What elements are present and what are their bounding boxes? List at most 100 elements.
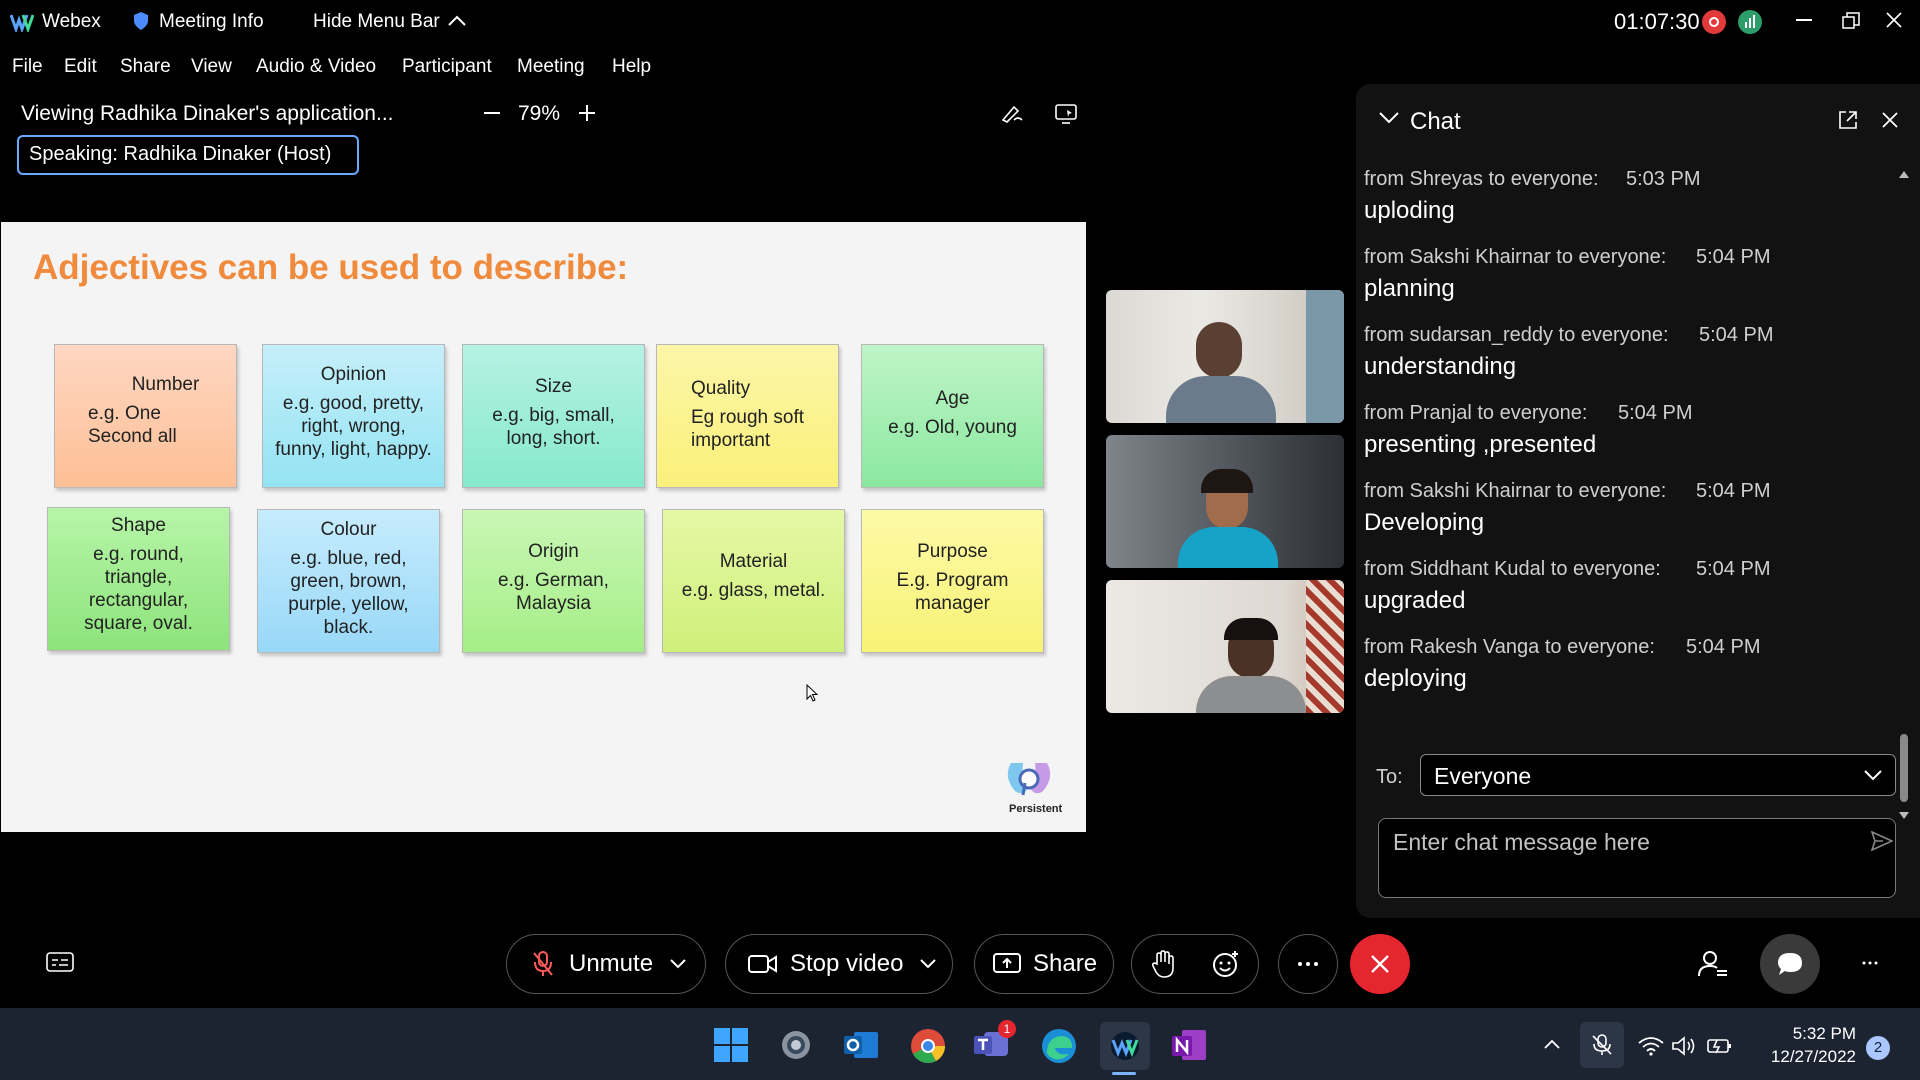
close-icon (1371, 955, 1389, 973)
active-app-indicator (1112, 1072, 1136, 1075)
box-body: e.g. One Second all (88, 403, 177, 447)
message-time: 5:03 PM (1626, 168, 1701, 190)
annotate-icon[interactable] (1000, 102, 1024, 124)
box-heading: Colour (320, 519, 377, 540)
edge-icon[interactable] (1041, 1028, 1077, 1064)
participants-icon[interactable] (1698, 950, 1728, 978)
muted-mic-icon (531, 950, 555, 978)
zoom-in-icon[interactable] (578, 104, 596, 122)
box-quality: Quality Eg rough soft important (656, 344, 839, 488)
box-age: Age e.g. Old, young (861, 344, 1044, 488)
popout-icon[interactable] (1838, 110, 1858, 130)
recipient-value: Everyone (1434, 763, 1532, 789)
windows-start-icon[interactable] (714, 1028, 748, 1062)
box-body: e.g. good, pretty, right, wrong, funny, … (275, 393, 432, 460)
close-chat-icon[interactable] (1882, 112, 1898, 128)
stop-video-button[interactable]: Stop video (725, 934, 953, 994)
chat-scrollbar[interactable] (1896, 168, 1912, 822)
notification-badge[interactable]: 2 (1866, 1036, 1890, 1060)
leave-meeting-button[interactable] (1350, 934, 1410, 994)
audio-options-chevron-icon[interactable] (669, 958, 687, 970)
menu-file[interactable]: File (12, 56, 43, 78)
chat-toggle-button[interactable] (1760, 934, 1820, 994)
mouse-cursor-icon (806, 684, 818, 702)
menu-participant[interactable]: Participant (402, 56, 492, 78)
raise-hand-icon[interactable] (1151, 950, 1175, 978)
close-icon[interactable] (1886, 12, 1902, 28)
message-sender: from Sakshi Khairnar to everyone: (1364, 246, 1667, 268)
webex-taskbar-button[interactable] (1100, 1022, 1150, 1070)
closed-captions-icon[interactable] (46, 952, 74, 974)
network-stats-icon[interactable] (1738, 10, 1762, 34)
chevron-down-icon (1863, 769, 1883, 781)
viewing-bar: Viewing Radhika Dinaker's application...… (0, 92, 1086, 136)
title-bar: Webex Meeting Info Hide Menu Bar 01:07:3… (0, 0, 1920, 44)
box-number: Number e.g. One Second all (54, 344, 237, 488)
meeting-info-button[interactable]: Meeting Info (159, 11, 264, 33)
remote-control-icon[interactable] (1054, 102, 1078, 124)
chrome-icon[interactable] (910, 1028, 946, 1064)
speaking-label: Speaking: (29, 143, 118, 165)
box-body: e.g. big, small, long, short. (492, 405, 615, 449)
settings-gear-icon[interactable] (779, 1028, 813, 1062)
restore-icon[interactable] (1842, 12, 1860, 30)
message-text: Developing (1364, 509, 1485, 536)
message-time: 5:04 PM (1696, 480, 1771, 502)
menu-audio-video[interactable]: Audio & Video (256, 56, 376, 78)
shield-icon[interactable] (133, 11, 149, 31)
ellipsis-icon (1297, 961, 1319, 967)
chat-panel: Chat from Shreyas to everyone: 5:03 PM u… (1356, 84, 1920, 918)
box-heading: Age (935, 388, 970, 409)
scroll-thumb[interactable] (1900, 734, 1908, 802)
menu-help[interactable]: Help (612, 56, 651, 78)
onenote-icon[interactable] (1172, 1028, 1208, 1062)
slide-title: Adjectives can be used to describe: (33, 248, 629, 287)
clock-date[interactable]: 12/27/2022 (1756, 1047, 1856, 1067)
show-hidden-icons-icon[interactable] (1543, 1038, 1561, 1050)
scroll-down-icon[interactable] (1899, 812, 1909, 820)
wifi-icon[interactable] (1638, 1036, 1664, 1056)
recording-icon[interactable] (1702, 10, 1726, 34)
message-text: understanding (1364, 353, 1517, 380)
message-text: uploding (1364, 197, 1455, 224)
outlook-icon[interactable] (844, 1028, 880, 1062)
persistent-logo: Persistent (1001, 757, 1062, 815)
minimize-icon[interactable] (1796, 19, 1812, 21)
scroll-up-icon[interactable] (1899, 170, 1909, 178)
participant-video-2[interactable] (1106, 435, 1344, 568)
chat-input-placeholder[interactable]: Enter chat message here (1393, 829, 1650, 856)
battery-icon[interactable] (1704, 1036, 1732, 1056)
send-icon[interactable] (1871, 831, 1893, 851)
volume-icon[interactable] (1672, 1036, 1696, 1056)
box-heading: Quality (691, 378, 751, 399)
microphone-muted-icon[interactable] (1580, 1022, 1624, 1068)
box-body: e.g. glass, metal. (681, 580, 826, 601)
reactions-icon[interactable] (1212, 950, 1240, 978)
menu-share[interactable]: Share (120, 56, 171, 78)
recipient-select[interactable]: Everyone (1420, 754, 1896, 796)
box-size: Size e.g. big, small, long, short. (462, 344, 645, 488)
chevron-up-icon[interactable] (448, 14, 466, 26)
box-body: e.g. blue, red, green, brown, purple, ye… (288, 548, 409, 638)
message-sender: from Pranjal to everyone: (1364, 402, 1588, 424)
menu-view[interactable]: View (191, 56, 232, 78)
chat-input-box[interactable]: Enter chat message here (1378, 818, 1896, 898)
collapse-chevron-icon[interactable] (1378, 111, 1400, 125)
share-button[interactable]: Share (974, 934, 1114, 994)
participant-video-3[interactable] (1106, 580, 1344, 713)
zoom-out-icon[interactable] (484, 112, 500, 114)
participant-video-1[interactable] (1106, 290, 1344, 423)
hide-menu-bar-button[interactable]: Hide Menu Bar (313, 11, 440, 33)
box-material: Material e.g. glass, metal. (662, 509, 845, 653)
more-options-icon[interactable] (1862, 961, 1878, 965)
menu-edit[interactable]: Edit (64, 56, 97, 78)
video-options-chevron-icon[interactable] (919, 958, 937, 970)
menu-meeting[interactable]: Meeting (517, 56, 585, 78)
box-heading: Material (719, 551, 788, 572)
more-options-button[interactable] (1278, 934, 1338, 994)
unmute-button[interactable]: Unmute (506, 934, 706, 994)
message-text: presenting ,presented (1364, 431, 1597, 458)
to-label: To: (1376, 766, 1403, 788)
clock-time[interactable]: 5:32 PM (1782, 1024, 1856, 1044)
box-heading: Shape (111, 515, 166, 536)
